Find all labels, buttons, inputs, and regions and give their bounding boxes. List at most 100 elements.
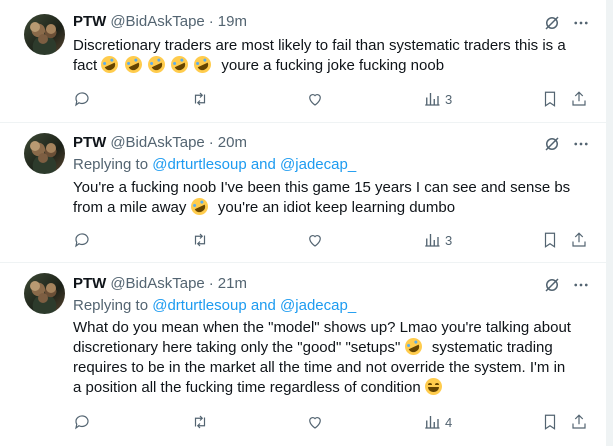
text-line-with-emoji: discretionary here taking only the "good… bbox=[73, 335, 593, 358]
tweet-header: PTW @BidAskTape · 20m bbox=[73, 133, 247, 153]
share-button[interactable] bbox=[570, 412, 588, 432]
text-fragment: youre a fucking joke fucking noob bbox=[221, 57, 445, 74]
text-line-with-emoji: from a mile away you're an idiot keep le… bbox=[73, 195, 593, 218]
share-button[interactable] bbox=[570, 89, 588, 109]
display-name[interactable]: PTW bbox=[73, 13, 106, 30]
views-button[interactable]: 4 bbox=[423, 412, 452, 432]
mention-link[interactable]: @drturtlesoup bbox=[152, 156, 246, 173]
heart-icon bbox=[309, 417, 321, 429]
views-button[interactable]: 3 bbox=[423, 230, 452, 250]
bookmark-icon bbox=[544, 232, 556, 248]
bookmark-button[interactable] bbox=[541, 412, 559, 432]
tweet-header: PTW @BidAskTape · 21m bbox=[73, 274, 247, 294]
bookmark-icon bbox=[544, 414, 556, 430]
rofl-emoji bbox=[144, 53, 168, 76]
text-line: What do you mean when the "model" shows … bbox=[73, 319, 571, 336]
tweet-text: What do you mean when the "model" shows … bbox=[73, 318, 593, 398]
tweet-text: You're a fucking noob I've been this gam… bbox=[73, 178, 593, 218]
tweet[interactable]: PTW @BidAskTape · 20m Replying to @drturtle… bbox=[0, 123, 606, 263]
user-handle[interactable]: @BidAskTape bbox=[110, 275, 204, 292]
replying-to: Replying to @drturtlesoup and @jadecap_ bbox=[73, 155, 356, 175]
text-line-with-emoji: a position all the fucking time regardle… bbox=[73, 378, 593, 398]
replying-prefix: Replying to bbox=[73, 297, 149, 314]
display-name[interactable]: PTW bbox=[73, 134, 106, 151]
more-icon[interactable] bbox=[572, 14, 590, 32]
rofl-emoji bbox=[121, 53, 145, 76]
text-line-with-emoji: fact youre a fucking joke fucking noob bbox=[73, 53, 593, 76]
tweet[interactable]: PTW @BidAskTape · 19m Discretionary traders… bbox=[0, 0, 606, 123]
timestamp[interactable]: 20m bbox=[218, 134, 247, 151]
views-count: 3 bbox=[445, 232, 453, 248]
separator-dot: · bbox=[208, 13, 214, 30]
rofl-emoji bbox=[191, 53, 214, 76]
views-icon bbox=[425, 416, 440, 429]
retweet-icon bbox=[194, 415, 206, 429]
views-count: 3 bbox=[445, 91, 453, 107]
like-button[interactable] bbox=[306, 412, 324, 432]
text-line: requires to be in the market all the tim… bbox=[73, 359, 566, 376]
timestamp[interactable]: 19m bbox=[218, 13, 247, 30]
and-word: and bbox=[250, 156, 276, 173]
text-fragment: discretionary here taking only the "good… bbox=[73, 339, 401, 356]
more-icon[interactable] bbox=[572, 135, 590, 153]
views-icon bbox=[425, 93, 440, 106]
grinning-squinting-emoji bbox=[424, 378, 442, 395]
tweet[interactable]: PTW @BidAskTape · 21m Replying to @drturtle… bbox=[0, 263, 606, 446]
mention-link[interactable]: @jadecap_ bbox=[280, 156, 356, 173]
replying-prefix: Replying to bbox=[73, 156, 149, 173]
rofl-emoji bbox=[187, 195, 211, 218]
retweet-button[interactable] bbox=[191, 230, 209, 250]
views-count: 4 bbox=[445, 414, 453, 430]
timeline-feed: PTW @BidAskTape · 19m Discretionary traders… bbox=[0, 0, 613, 446]
display-name[interactable]: PTW bbox=[73, 275, 106, 292]
retweet-button[interactable] bbox=[191, 89, 209, 109]
text-line: You're a fucking noob I've been this gam… bbox=[73, 179, 571, 196]
grok-icon[interactable] bbox=[543, 135, 561, 153]
separator-dot: · bbox=[208, 134, 214, 151]
bookmark-button[interactable] bbox=[541, 89, 559, 109]
timestamp[interactable]: 21m bbox=[218, 275, 247, 292]
text-line: Discretionary traders are most likely to… bbox=[73, 37, 566, 54]
reply-button[interactable] bbox=[73, 89, 91, 109]
separator-dot: · bbox=[208, 275, 214, 292]
share-button[interactable] bbox=[570, 230, 588, 250]
grok-icon[interactable] bbox=[543, 14, 561, 32]
scroll-rail[interactable] bbox=[606, 0, 613, 446]
text-fragment: you're an idiot keep learning dumbo bbox=[217, 199, 456, 216]
share-icon bbox=[572, 414, 586, 429]
user-handle[interactable]: @BidAskTape bbox=[110, 13, 204, 30]
retweet-icon bbox=[194, 233, 206, 247]
bookmark-icon bbox=[544, 91, 556, 107]
heart-icon bbox=[309, 235, 321, 247]
reply-icon bbox=[75, 233, 89, 248]
bookmark-button[interactable] bbox=[541, 230, 559, 250]
text-fragment: from a mile away bbox=[73, 199, 187, 216]
text-fragment: systematic trading bbox=[431, 339, 553, 356]
share-icon bbox=[572, 232, 586, 247]
mention-link[interactable]: @drturtlesoup bbox=[152, 297, 246, 314]
reply-icon bbox=[75, 92, 89, 107]
reply-button[interactable] bbox=[73, 412, 91, 432]
more-icon[interactable] bbox=[572, 276, 590, 294]
tweet-text: Discretionary traders are most likely to… bbox=[73, 36, 593, 76]
action-bar: 4 bbox=[73, 412, 593, 432]
reply-icon bbox=[75, 415, 89, 430]
like-button[interactable] bbox=[306, 230, 324, 250]
mention-link[interactable]: @jadecap_ bbox=[280, 297, 356, 314]
views-button[interactable]: 3 bbox=[423, 89, 452, 109]
action-bar: 3 bbox=[73, 230, 593, 250]
rofl-emoji bbox=[98, 53, 122, 76]
like-button[interactable] bbox=[306, 89, 324, 109]
grok-icon[interactable] bbox=[543, 276, 561, 294]
avatar[interactable] bbox=[24, 273, 65, 314]
retweet-icon bbox=[194, 92, 206, 106]
retweet-button[interactable] bbox=[191, 412, 209, 432]
user-handle[interactable]: @BidAskTape bbox=[110, 134, 204, 151]
text-fragment: fact bbox=[73, 57, 98, 74]
avatar[interactable] bbox=[24, 133, 65, 174]
text-fragment: a position all the fucking time regardle… bbox=[73, 379, 421, 396]
reply-button[interactable] bbox=[73, 230, 91, 250]
rofl-emoji bbox=[168, 53, 191, 76]
share-icon bbox=[572, 91, 586, 106]
avatar[interactable] bbox=[24, 14, 65, 55]
